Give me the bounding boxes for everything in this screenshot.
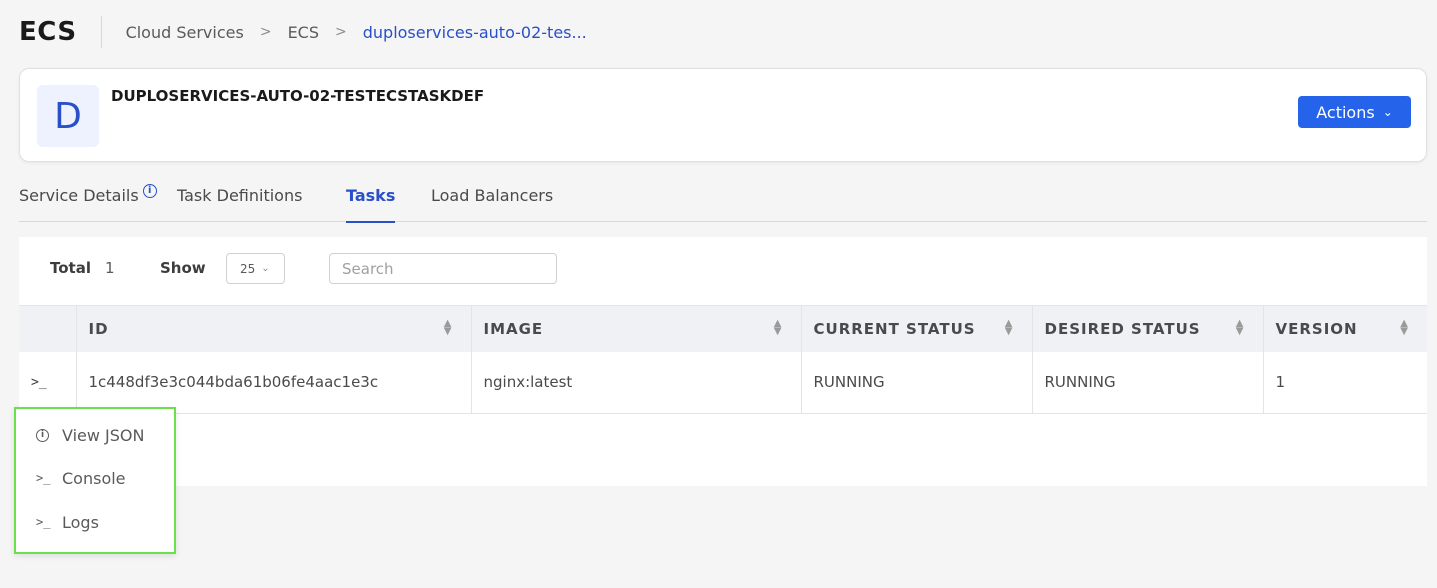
actions-label: Actions bbox=[1316, 102, 1375, 122]
tab-label: Service Details bbox=[19, 186, 139, 205]
sort-icon[interactable]: ▲ ▼ bbox=[1400, 319, 1409, 337]
current-status-cell: RUNNING bbox=[801, 351, 1033, 414]
top-bar: ECS Cloud Services > ECS > duploservices… bbox=[19, 12, 587, 52]
tasks-panel: Total 1 Show 25 ⌄ ID ▲▼ IMAGE ▲▼ CURRENT… bbox=[19, 237, 1427, 486]
task-id-cell: 1c448df3e3c044bda61b06fe4aac1e3c bbox=[76, 351, 472, 414]
title-divider bbox=[100, 16, 102, 48]
menu-item-label: Console bbox=[62, 468, 126, 488]
show-label: Show bbox=[160, 259, 206, 277]
info-icon: i bbox=[36, 428, 49, 442]
tab-label: Tasks bbox=[346, 186, 396, 205]
row-context-menu: i View JSON >_ Console >_ Logs bbox=[14, 407, 176, 554]
column-header-image[interactable]: IMAGE ▲ ▼ bbox=[471, 305, 802, 352]
column-label: VERSION bbox=[1275, 319, 1358, 338]
column-label: IMAGE bbox=[483, 319, 544, 338]
service-avatar: D bbox=[37, 85, 99, 147]
actions-button[interactable]: Actions ⌄ bbox=[1298, 96, 1411, 128]
chevron-down-icon: ⌄ bbox=[1382, 105, 1393, 119]
page-size-value: 25 bbox=[240, 261, 256, 276]
image-cell: nginx:latest bbox=[471, 351, 802, 414]
desired-status-cell: RUNNING bbox=[1032, 351, 1264, 414]
search-input[interactable] bbox=[329, 253, 557, 284]
sort-icon[interactable]: ▲ ▼ bbox=[1005, 319, 1014, 337]
breadcrumb-separator-icon: > bbox=[335, 24, 347, 40]
column-header-id[interactable]: ID ▲ ▼ bbox=[76, 305, 472, 352]
app-title: ECS bbox=[19, 17, 77, 47]
expand-column-header bbox=[19, 305, 77, 352]
menu-item-label: Logs bbox=[62, 512, 99, 532]
menu-item-console[interactable]: >_ Console bbox=[16, 459, 174, 497]
service-name: DUPLOSERVICES-AUTO-02-TESTECSTASKDEF bbox=[111, 87, 485, 105]
tab-task-definitions[interactable]: Task Definitions bbox=[177, 178, 302, 222]
sort-icon[interactable]: ▲ ▼ bbox=[774, 319, 783, 337]
total-value: 1 bbox=[105, 259, 115, 277]
column-header-version[interactable]: VERSION ▲ ▼ bbox=[1263, 305, 1427, 352]
column-label: DESIRED STATUS bbox=[1044, 319, 1201, 338]
column-label: ID bbox=[88, 319, 109, 338]
terminal-icon[interactable]: >_ bbox=[19, 351, 77, 414]
terminal-icon: >_ bbox=[36, 515, 51, 529]
tab-tasks[interactable]: Tasks bbox=[346, 178, 396, 223]
version-cell: 1 bbox=[1263, 351, 1427, 414]
info-icon[interactable]: i bbox=[142, 184, 157, 198]
tasks-table: ID ▲ ▼ IMAGE ▲ ▼ CURRENT STATUS ▲ ▼ DESIRED… bbox=[19, 305, 1427, 414]
tab-label: Load Balancers bbox=[431, 186, 554, 205]
menu-item-label: View JSON bbox=[62, 425, 145, 445]
service-card: D DUPLOSERVICES-AUTO-02-TESTECSTASKDEF A… bbox=[19, 68, 1427, 162]
column-label: CURRENT STATUS bbox=[813, 319, 976, 338]
breadcrumb-separator-icon: > bbox=[259, 24, 272, 40]
page-size-select[interactable]: 25 ⌄ bbox=[226, 253, 285, 284]
table-controls: Total 1 Show 25 ⌄ bbox=[19, 237, 1427, 305]
table-header-row: ID ▲ ▼ IMAGE ▲ ▼ CURRENT STATUS ▲ ▼ DESIRED… bbox=[19, 305, 1427, 352]
breadcrumb-cloud-services[interactable]: Cloud Services bbox=[126, 23, 244, 42]
tab-label: Task Definitions bbox=[177, 186, 303, 205]
table-row: >_ 1c448df3e3c044bda61b06fe4aac1e3c ngin… bbox=[19, 351, 1427, 414]
tab-load-balancers[interactable]: Load Balancers bbox=[431, 178, 553, 222]
breadcrumb-current-service: duploservices-auto-02-tes... bbox=[362, 22, 587, 42]
tab-bar: Service Details i Task Definitions Tasks… bbox=[19, 178, 1427, 223]
menu-item-logs[interactable]: >_ Logs bbox=[16, 503, 174, 541]
column-header-current-status[interactable]: CURRENT STATUS ▲ ▼ bbox=[801, 305, 1033, 352]
sort-icon[interactable]: ▲ ▼ bbox=[444, 319, 453, 337]
chevron-down-icon: ⌄ bbox=[261, 263, 270, 274]
breadcrumb-ecs[interactable]: ECS bbox=[288, 23, 319, 42]
tab-service-details[interactable]: Service Details i bbox=[19, 178, 157, 222]
column-header-desired-status[interactable]: DESIRED STATUS ▲ ▼ bbox=[1032, 305, 1264, 352]
menu-item-view-json[interactable]: i View JSON bbox=[16, 416, 174, 454]
sort-icon[interactable]: ▲ ▼ bbox=[1236, 319, 1245, 337]
total-label: Total bbox=[50, 259, 91, 277]
terminal-icon: >_ bbox=[36, 471, 51, 485]
